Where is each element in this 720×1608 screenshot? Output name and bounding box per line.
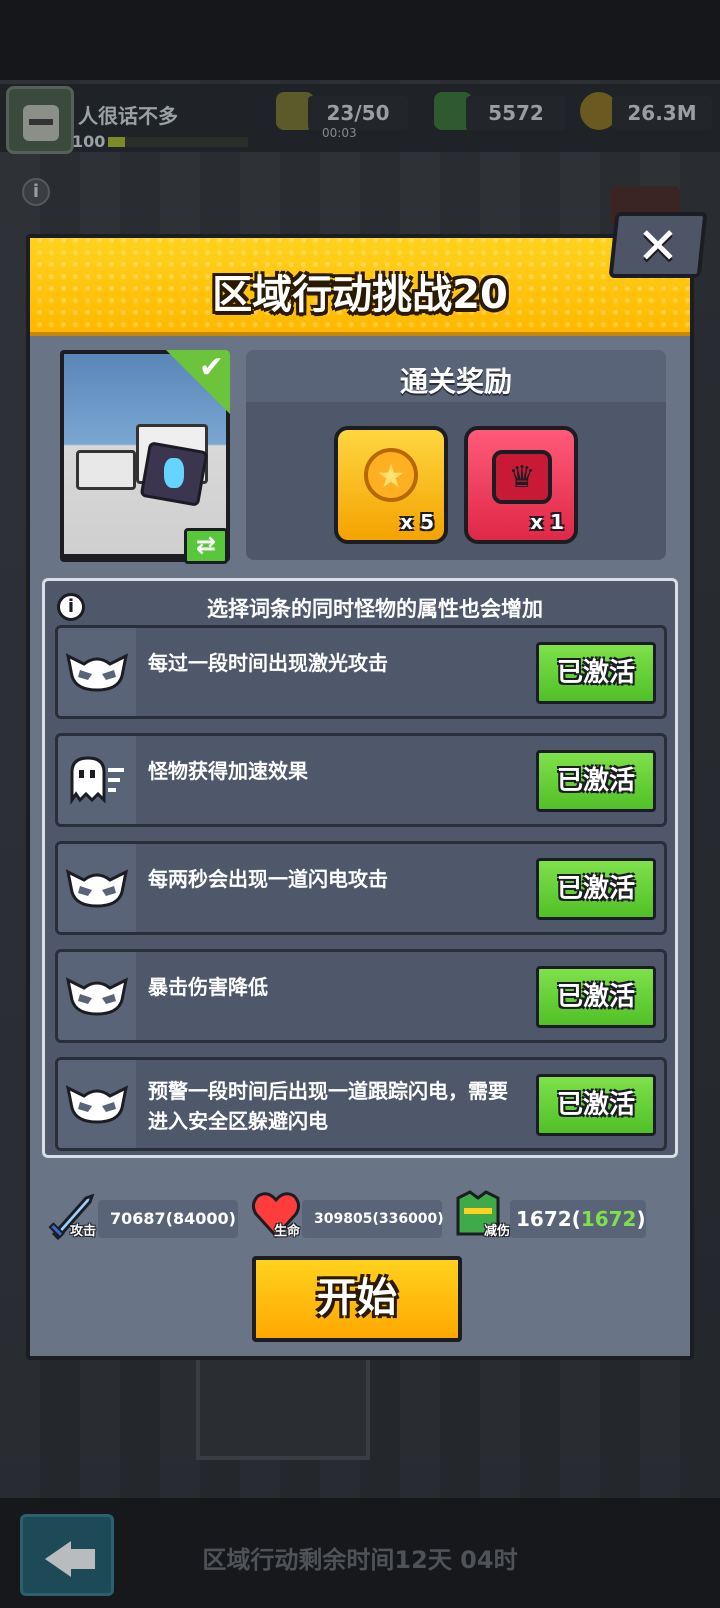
xp-bar bbox=[108, 137, 248, 147]
gem-counter: 5572 bbox=[466, 96, 566, 130]
attack-label: 攻击 bbox=[70, 1224, 97, 1239]
affix-icon-box bbox=[58, 952, 136, 1040]
info-icon[interactable]: i bbox=[57, 593, 85, 621]
energy-counter: 23/50 bbox=[308, 96, 408, 130]
coin-counter: 26.3M bbox=[612, 96, 712, 130]
skull-icon bbox=[65, 869, 129, 908]
affix-activated-button[interactable]: 已激活 bbox=[536, 858, 656, 920]
reward-star-medal[interactable]: ★ x 5 bbox=[334, 426, 448, 544]
avatar-eyes bbox=[29, 119, 53, 125]
affix-text: 怪物获得加速效果 bbox=[148, 759, 308, 783]
crown-badge-icon: ♛ bbox=[492, 450, 552, 504]
affix-activated-button[interactable]: 已激活 bbox=[536, 966, 656, 1028]
hp-value: 309805(336000) bbox=[314, 1211, 444, 1227]
affix-text: 暴击伤害降低 bbox=[148, 975, 268, 999]
affix-activated-button[interactable]: 已激活 bbox=[536, 642, 656, 704]
affix-row: 每两秒会出现一道闪电攻击 已激活 bbox=[55, 841, 667, 935]
rewards-title: 通关奖励 bbox=[399, 365, 512, 398]
energy-timer: 00:03 bbox=[322, 126, 357, 140]
player-name: 人很话不多 bbox=[78, 104, 178, 128]
affix-icon-box bbox=[58, 844, 136, 932]
reduction-paren-close: ) bbox=[636, 1207, 646, 1231]
crown-icon: ♛ bbox=[508, 460, 536, 495]
affix-text: 每过一段时间出现激光攻击 bbox=[148, 651, 388, 675]
affix-panel: i 选择词条的同时怪物的属性也会增加 每过一段时间出现激光攻击 已激活 怪物获得… bbox=[42, 578, 678, 1158]
affix-icon-box bbox=[58, 736, 136, 824]
skull-icon bbox=[65, 977, 129, 1016]
reward-quantity: x 5 bbox=[400, 510, 434, 534]
stage-rock bbox=[76, 450, 136, 490]
top-band bbox=[0, 0, 720, 80]
reduction-stat: 1672(1672) bbox=[510, 1200, 646, 1238]
skull-icon bbox=[65, 1085, 129, 1124]
reduction-bonus: 1672 bbox=[580, 1207, 637, 1231]
affix-text: 每两秒会出现一道闪电攻击 bbox=[148, 867, 388, 891]
rewards-panel: 通关奖励 ★ x 5 ♛ x 1 bbox=[246, 350, 666, 560]
star-medal-icon: ★ bbox=[364, 448, 418, 502]
reduction-paren-open: ( bbox=[571, 1207, 581, 1231]
reduction-value: 1672 bbox=[516, 1207, 572, 1231]
xp-fill bbox=[108, 137, 125, 147]
player-level: 100 bbox=[72, 132, 106, 151]
affix-text: 预警一段时间后出现一道跟踪闪电，需要进入安全区躲避闪电 bbox=[148, 1079, 508, 1133]
modal-title: 区域行动挑战20 bbox=[212, 272, 508, 318]
swap-stage-button[interactable]: ⇄ bbox=[184, 528, 228, 564]
affix-row: 每过一段时间出现激光攻击 已激活 bbox=[55, 625, 667, 719]
skull-icon bbox=[65, 653, 129, 692]
reward-crown-badge[interactable]: ♛ x 1 bbox=[464, 426, 578, 544]
affix-row: 暴击伤害降低 已激活 bbox=[55, 949, 667, 1043]
star-icon: ★ bbox=[376, 457, 406, 495]
affix-activated-button[interactable]: 已激活 bbox=[536, 1074, 656, 1136]
affix-row: 预警一段时间后出现一道跟踪闪电，需要进入安全区躲避闪电 已激活 bbox=[55, 1057, 667, 1151]
speed-ghost-icon bbox=[70, 756, 124, 805]
reduction-label: 减伤 bbox=[484, 1224, 511, 1239]
attack-stat: 70687(84000) bbox=[98, 1200, 238, 1238]
monster-glow bbox=[164, 458, 184, 488]
swap-icon: ⇄ bbox=[195, 531, 217, 559]
start-button[interactable]: 开始 bbox=[252, 1256, 462, 1342]
affix-activated-button[interactable]: 已激活 bbox=[536, 750, 656, 812]
hp-stat: 309805(336000) bbox=[302, 1200, 444, 1238]
remaining-time: 区域行动剩余时间12天 04时 bbox=[202, 1546, 518, 1574]
attack-value: 70687(84000) bbox=[110, 1209, 236, 1228]
challenge-modal: 区域行动挑战20 ✔ ⇄ 通关奖励 ★ x 5 ♛ x 1 i 选择词条的同时怪… bbox=[26, 234, 694, 1360]
modal-header: 区域行动挑战20 bbox=[30, 238, 690, 336]
checkmark-icon: ✔ bbox=[198, 350, 224, 385]
affix-row: 怪物获得加速效果 已激活 bbox=[55, 733, 667, 827]
close-icon: ✕ bbox=[637, 217, 679, 275]
close-button[interactable]: ✕ bbox=[608, 212, 708, 278]
affix-hint: 选择词条的同时怪物的属性也会增加 bbox=[207, 597, 543, 621]
affix-icon-box bbox=[58, 628, 136, 716]
reward-quantity: x 1 bbox=[530, 510, 564, 534]
info-icon[interactable]: i bbox=[22, 178, 50, 206]
affix-icon-box bbox=[58, 1060, 136, 1148]
hp-label: 生命 bbox=[274, 1224, 301, 1239]
player-avatar[interactable] bbox=[6, 86, 74, 154]
